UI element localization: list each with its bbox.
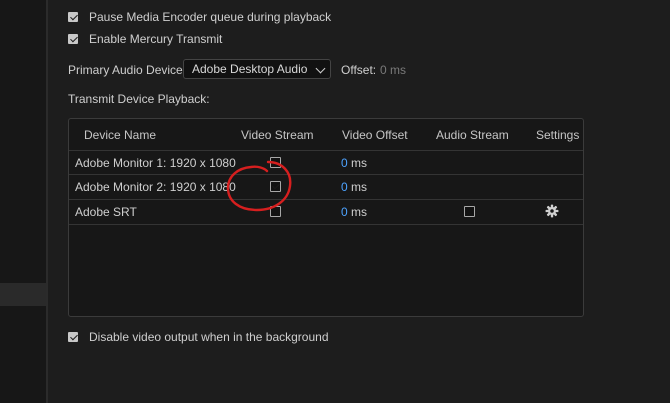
gear-icon[interactable] xyxy=(545,204,559,218)
transmit-device-label: Transmit Device Playback: xyxy=(68,92,210,106)
video-offset[interactable]: 0 ms xyxy=(341,205,367,219)
primary-audio-dropdown[interactable]: Adobe Desktop Audio xyxy=(183,59,331,79)
header-video-stream: Video Stream xyxy=(241,128,314,142)
device-name: Adobe SRT xyxy=(75,205,137,219)
header-settings: Settings xyxy=(536,128,580,142)
pause-queue-checkbox[interactable] xyxy=(68,12,78,22)
chevron-down-icon xyxy=(315,63,326,74)
video-stream-checkbox[interactable] xyxy=(270,206,281,217)
offset-value[interactable]: 0 ms xyxy=(380,63,406,77)
disable-background-label: Disable video output when in the backgro… xyxy=(89,330,329,344)
enable-mercury-label: Enable Mercury Transmit xyxy=(89,32,223,46)
enable-mercury-checkbox[interactable] xyxy=(68,34,78,44)
device-name: Adobe Monitor 1: 1920 x 1080 xyxy=(75,156,236,170)
left-pane xyxy=(0,0,46,403)
header-audio-stream: Audio Stream xyxy=(436,128,509,142)
device-name: Adobe Monitor 2: 1920 x 1080 xyxy=(75,180,236,194)
pause-queue-label: Pause Media Encoder queue during playbac… xyxy=(89,10,332,24)
primary-audio-value: Adobe Desktop Audio xyxy=(192,62,308,76)
video-stream-checkbox[interactable] xyxy=(270,181,281,192)
primary-audio-label: Primary Audio Device: xyxy=(68,63,187,77)
video-stream-checkbox[interactable] xyxy=(270,157,281,168)
video-offset[interactable]: 0 ms xyxy=(341,156,367,170)
disable-background-checkbox[interactable] xyxy=(68,332,78,342)
table-row: Adobe Monitor 1: 1920 x 1080 0 ms xyxy=(69,150,583,175)
pane-divider[interactable] xyxy=(46,0,48,403)
transmit-device-table: Device Name Video Stream Video Offset Au… xyxy=(68,118,584,317)
left-pane-selected-item[interactable] xyxy=(0,283,46,306)
video-offset[interactable]: 0 ms xyxy=(341,180,367,194)
header-video-offset: Video Offset xyxy=(342,128,408,142)
offset-label: Offset: xyxy=(341,63,377,77)
header-device-name: Device Name xyxy=(84,128,157,142)
table-row: Adobe SRT 0 ms xyxy=(69,199,583,225)
table-row: Adobe Monitor 2: 1920 x 1080 0 ms xyxy=(69,174,583,199)
audio-stream-checkbox[interactable] xyxy=(464,206,475,217)
